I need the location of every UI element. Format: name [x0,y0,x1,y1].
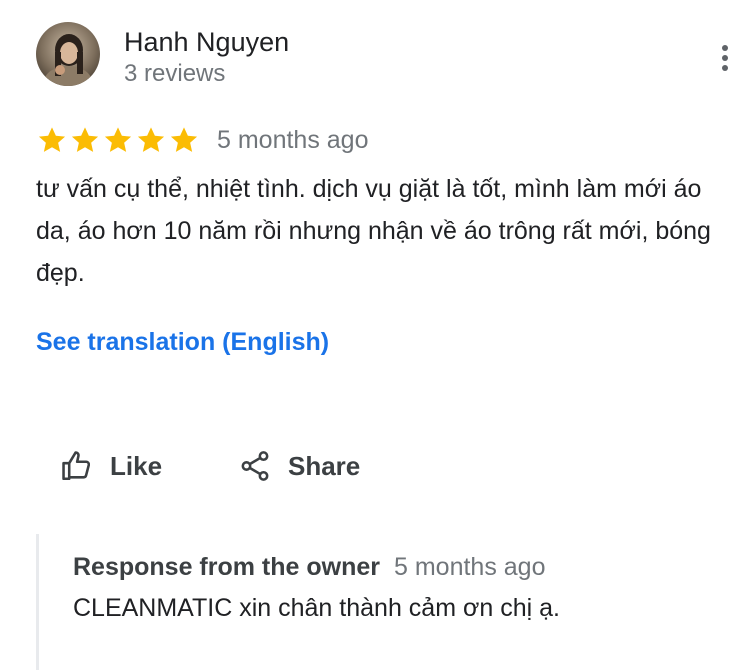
star-icon [69,124,101,156]
star-icon [135,124,167,156]
star-icon [168,124,200,156]
like-label: Like [110,450,163,481]
star-icon [36,124,68,156]
review-card: Hanh Nguyen 3 reviews 5 months ago tư vấ… [0,0,742,670]
author-review-count: 3 reviews [124,60,226,87]
share-label: Share [288,450,361,481]
see-translation-link[interactable]: See translation (English) [36,322,329,362]
owner-response-header: Response from the owner 5 months ago [73,550,546,588]
owner-response: Response from the owner 5 months ago CLEA… [36,534,739,670]
rating-row: 5 months ago [36,122,369,158]
share-button[interactable]: Share [238,446,360,486]
owner-response-title: Response from the owner [73,553,380,581]
author-name[interactable]: Hanh Nguyen [124,26,289,58]
owner-response-time: 5 months ago [394,553,546,581]
star-icon [102,124,134,156]
star-rating [36,124,201,156]
review-time: 5 months ago [217,125,369,154]
thumb-up-icon [62,451,91,481]
avatar[interactable] [36,22,100,86]
share-icon [241,451,269,481]
like-button[interactable]: Like [60,446,162,486]
more-vert-icon [722,45,728,71]
more-options-button[interactable] [710,40,740,76]
review-text: tư vấn cụ thể, nhiệt tình. dịch vụ giặt … [36,175,711,287]
owner-response-text: CLEANMATIC xin chân thành cảm ơn chị ạ. [73,594,560,622]
